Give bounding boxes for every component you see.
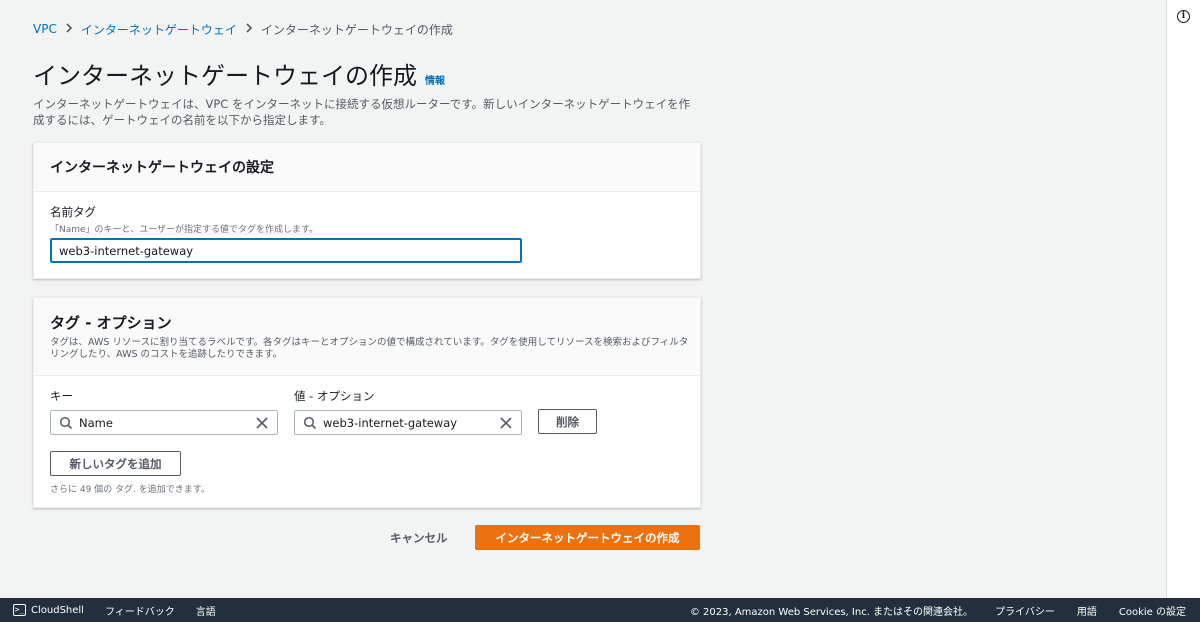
info-link[interactable]: 情報 — [425, 72, 445, 87]
breadcrumb-item-vpc[interactable]: VPC — [33, 22, 57, 36]
language-link[interactable]: 言語 — [196, 603, 216, 618]
settings-panel: インターネットゲートウェイの設定 名前タグ 「Name」のキーと、ユーザーが指定… — [33, 142, 701, 279]
info-circle-icon[interactable]: i — [1177, 10, 1190, 23]
page-description: インターネットゲートウェイは、VPC をインターネットに接続する仮想ルーターです… — [33, 97, 691, 127]
close-icon[interactable] — [499, 416, 513, 430]
page-title: インターネットゲートウェイの作成 — [33, 62, 417, 90]
privacy-link[interactable]: プライバシー — [995, 603, 1055, 618]
search-icon — [303, 416, 317, 429]
name-tag-input[interactable] — [50, 238, 522, 263]
chevron-right-icon — [65, 22, 73, 37]
search-icon — [59, 416, 73, 429]
right-utility-rail: i — [1166, 0, 1200, 598]
breadcrumb: VPC インターネットゲートウェイ インターネットゲートウェイの作成 — [33, 20, 453, 38]
remove-tag-button[interactable]: 削除 — [538, 409, 597, 434]
breadcrumb-current: インターネットゲートウェイの作成 — [260, 22, 453, 37]
tag-key-field — [50, 410, 278, 435]
add-tag-hint: さらに 49 個の タグ. を追加できます。 — [50, 485, 210, 495]
tags-panel: タグ - オプション タグは、AWS リソースに割り当てるラベルです。各タグはキ… — [33, 297, 701, 508]
cloudshell-icon: >_ — [13, 604, 26, 616]
terms-link[interactable]: 用語 — [1077, 603, 1097, 618]
page-header: インターネットゲートウェイの作成 情報 — [33, 56, 445, 91]
tags-panel-description: タグは、AWS リソースに割り当てるラベルです。各タグはキーとオプションの値で構… — [50, 337, 689, 360]
tag-value-input[interactable] — [323, 411, 491, 434]
console-footer: >_ CloudShell フィードバック 言語 © 2023, Amazon … — [0, 598, 1200, 622]
feedback-link[interactable]: フィードバック — [105, 603, 175, 618]
breadcrumb-item-internet-gateways[interactable]: インターネットゲートウェイ — [81, 21, 237, 38]
add-tag-button[interactable]: 新しいタグを追加 — [50, 451, 181, 476]
tag-value-field — [294, 410, 522, 435]
cloudshell-link[interactable]: CloudShell — [31, 605, 84, 616]
copyright-text: © 2023, Amazon Web Services, Inc. またはその関… — [689, 606, 974, 618]
tag-key-label: キー — [50, 389, 73, 403]
name-tag-hint: 「Name」のキーと、ユーザーが指定する値でタグを作成します。 — [50, 225, 319, 235]
tags-panel-title: タグ - オプション — [50, 314, 172, 332]
tag-key-input[interactable] — [79, 411, 247, 434]
tags-panel-header: タグ - オプション タグは、AWS リソースに割り当てるラベルです。各タグはキ… — [34, 298, 700, 376]
cookie-settings-link[interactable]: Cookie の設定 — [1119, 603, 1186, 618]
chevron-right-icon — [245, 22, 253, 37]
close-icon[interactable] — [255, 416, 269, 430]
tag-value-label: 値 - オプション — [294, 389, 375, 403]
cancel-button[interactable]: キャンセル — [390, 530, 448, 546]
create-internet-gateway-button[interactable]: インターネットゲートウェイの作成 — [475, 525, 700, 550]
settings-panel-header: インターネットゲートウェイの設定 — [34, 143, 700, 192]
name-tag-label: 名前タグ — [50, 205, 96, 219]
settings-panel-title: インターネットゲートウェイの設定 — [50, 160, 274, 176]
